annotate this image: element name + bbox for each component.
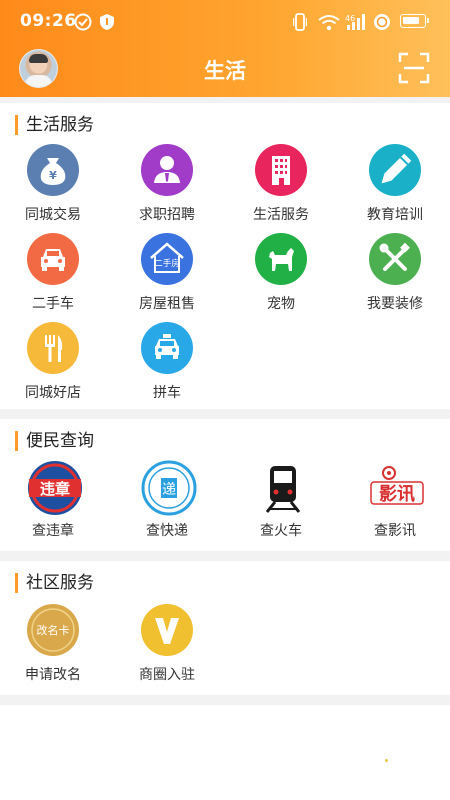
svg-text:影讯: 影讯 bbox=[379, 484, 415, 505]
service-label: 商圈入驻 bbox=[139, 667, 195, 683]
taxi-icon bbox=[141, 322, 193, 374]
building-icon bbox=[255, 144, 307, 196]
service-label: 申请改名 bbox=[25, 667, 81, 683]
fork-knife-icon bbox=[27, 322, 79, 374]
v-icon bbox=[141, 604, 193, 656]
service-label: 同城好店 bbox=[25, 385, 81, 401]
tools-icon bbox=[369, 233, 421, 285]
service-label: 宠物 bbox=[267, 296, 295, 312]
decorative-dot bbox=[385, 759, 388, 762]
service-label: 拼车 bbox=[153, 385, 181, 401]
app-notification-icon bbox=[374, 14, 390, 30]
svg-text:二手房: 二手房 bbox=[154, 258, 180, 269]
service-label: 教育培训 bbox=[367, 207, 423, 223]
section-title: 便民查询 bbox=[15, 431, 94, 451]
service-item[interactable]: 递查快递 bbox=[112, 460, 222, 540]
service-item[interactable]: 查火车 bbox=[226, 460, 336, 540]
svg-text:递: 递 bbox=[162, 482, 176, 498]
signal-icon: 46 bbox=[345, 14, 365, 30]
house-icon: 二手房 bbox=[141, 233, 193, 285]
service-label: 我要装修 bbox=[367, 296, 423, 312]
service-label: 查违章 bbox=[32, 523, 74, 539]
convenience-section: 便民查询 违章 查违章递查快递 查火车 影讯 查影讯 bbox=[0, 419, 450, 551]
car-icon bbox=[27, 233, 79, 285]
service-item[interactable]: 宠物 bbox=[226, 233, 336, 313]
header: 09:26 46 生活 bbox=[0, 0, 450, 97]
shield-icon bbox=[100, 14, 114, 30]
page-title: 生活 bbox=[204, 59, 246, 83]
service-item[interactable]: 生活服务 bbox=[226, 144, 336, 224]
service-label: 查影讯 bbox=[374, 523, 416, 539]
status-time: 09:26 bbox=[20, 11, 77, 31]
service-label: 生活服务 bbox=[253, 207, 309, 223]
service-label: 查火车 bbox=[260, 523, 302, 539]
service-item[interactable]: 影讯 查影讯 bbox=[340, 460, 450, 540]
service-item[interactable]: 二手车 bbox=[0, 233, 108, 313]
vibrate-icon bbox=[293, 13, 307, 31]
service-item[interactable]: 违章 查违章 bbox=[0, 460, 108, 540]
money-bag-icon: ¥ bbox=[27, 144, 79, 196]
service-item[interactable]: 改名卡 申请改名 bbox=[0, 604, 108, 684]
section-title: 社区服务 bbox=[15, 573, 94, 593]
pencil-icon bbox=[369, 144, 421, 196]
blank-area bbox=[0, 705, 450, 800]
svg-text:改名卡: 改名卡 bbox=[37, 623, 70, 637]
section-title: 生活服务 bbox=[15, 115, 94, 135]
life-services-section: 生活服务 ¥ 同城交易 求职招聘 生活服务 教育培训 二手车 二手房 房屋租售 宠物 我要装修 同城… bbox=[0, 103, 450, 409]
dog-icon bbox=[255, 233, 307, 285]
service-label: 同城交易 bbox=[25, 207, 81, 223]
job-person-icon bbox=[141, 144, 193, 196]
service-item[interactable]: 教育培训 bbox=[340, 144, 450, 224]
express-icon: 递 bbox=[141, 460, 197, 516]
train-icon bbox=[255, 460, 307, 513]
svg-text:¥: ¥ bbox=[49, 169, 57, 182]
check-circle-icon bbox=[74, 13, 92, 31]
wifi-icon bbox=[318, 15, 340, 31]
battery-icon bbox=[400, 14, 429, 28]
community-section: 社区服务 改名卡 申请改名 商圈入驻 bbox=[0, 561, 450, 695]
service-item[interactable]: ¥ 同城交易 bbox=[0, 144, 108, 224]
violation-icon: 违章 bbox=[27, 460, 82, 515]
service-label: 房屋租售 bbox=[139, 296, 195, 312]
status-bar: 09:26 46 bbox=[0, 0, 450, 44]
svg-text:违章: 违章 bbox=[40, 480, 70, 498]
service-label: 求职招聘 bbox=[139, 207, 195, 223]
service-label: 查快递 bbox=[146, 523, 188, 539]
service-item[interactable]: 我要装修 bbox=[340, 233, 450, 313]
service-item[interactable]: 求职招聘 bbox=[112, 144, 222, 224]
scan-icon[interactable] bbox=[398, 52, 430, 84]
service-item[interactable]: 二手房 房屋租售 bbox=[112, 233, 222, 313]
service-item[interactable]: 拼车 bbox=[112, 322, 222, 402]
title-bar: 生活 bbox=[0, 44, 450, 97]
rename-card-icon: 改名卡 bbox=[27, 604, 79, 656]
svg-text:46: 46 bbox=[345, 14, 355, 23]
service-label: 二手车 bbox=[32, 296, 74, 312]
service-item[interactable]: 商圈入驻 bbox=[112, 604, 222, 684]
service-item[interactable]: 同城好店 bbox=[0, 322, 108, 402]
movie-icon: 影讯 bbox=[369, 460, 424, 512]
